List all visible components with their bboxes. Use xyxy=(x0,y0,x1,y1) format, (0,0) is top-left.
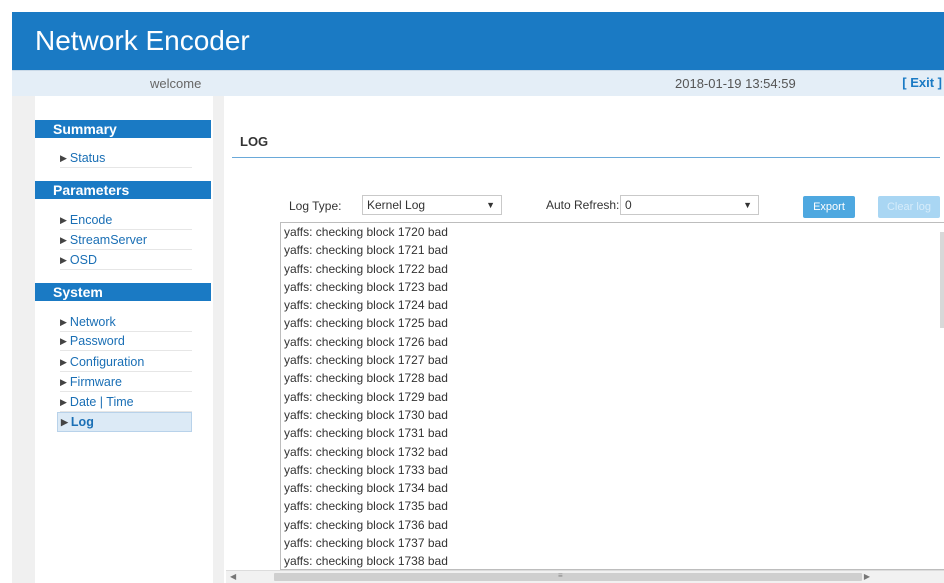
log-line: yaffs: checking block 1720 bad xyxy=(284,225,448,239)
log-type-select[interactable]: Kernel Log ▼ xyxy=(362,195,502,215)
sidebar-item-firmware[interactable]: ▶ Firmware xyxy=(60,373,192,392)
triangle-right-icon: ▶ xyxy=(60,377,67,387)
log-type-value: Kernel Log xyxy=(367,198,426,212)
log-line: yaffs: checking block 1730 bad xyxy=(284,407,448,422)
clear-log-button[interactable]: Clear log xyxy=(878,196,940,218)
caret-down-icon: ▼ xyxy=(486,200,495,210)
log-line: yaffs: checking block 1738 bad xyxy=(284,554,448,569)
sidebar-item-password[interactable]: ▶ Password xyxy=(60,332,192,351)
triangle-right-icon: ▶ xyxy=(61,417,68,427)
vertical-scrollbar[interactable] xyxy=(940,232,944,328)
sidebar-item-configuration[interactable]: ▶ Configuration xyxy=(60,353,192,372)
sidebar-item-label: Password xyxy=(69,334,125,348)
log-line: yaffs: checking block 1734 bad xyxy=(284,481,448,496)
window-edge xyxy=(0,0,12,583)
caret-down-icon: ▼ xyxy=(743,200,752,210)
triangle-right-icon: ▶ xyxy=(60,397,67,407)
scroll-left-icon[interactable]: ◀ xyxy=(230,572,236,581)
triangle-right-icon: ▶ xyxy=(60,317,67,327)
app-header: Network Encoder xyxy=(12,12,944,70)
section-parameters[interactable]: Parameters xyxy=(35,181,211,199)
triangle-right-icon: ▶ xyxy=(60,215,67,225)
log-line: yaffs: checking block 1724 bad xyxy=(284,298,448,313)
sidebar-item-network[interactable]: ▶ Network xyxy=(60,313,192,332)
system-datetime: 2018-01-19 13:54:59 xyxy=(675,76,796,91)
log-line: yaffs: checking block 1725 bad xyxy=(284,316,448,331)
triangle-right-icon: ▶ xyxy=(60,153,67,163)
log-line: yaffs: checking block 1729 bad xyxy=(284,389,448,404)
sidebar-item-label: Date | Time xyxy=(69,395,134,409)
triangle-right-icon: ▶ xyxy=(60,235,67,245)
sidebar-item-label: StreamServer xyxy=(69,233,148,247)
sidebar-item-label: Network xyxy=(69,315,116,329)
sidebar-item-status[interactable]: ▶ Status xyxy=(60,149,192,168)
auto-refresh-value: 0 xyxy=(625,198,632,212)
sidebar-item-log[interactable]: ▶ Log xyxy=(57,412,192,432)
log-line: yaffs: checking block 1721 bad xyxy=(284,243,448,258)
log-line: yaffs: checking block 1722 bad xyxy=(284,261,448,276)
sidebar-item-label: OSD xyxy=(69,253,98,267)
auto-refresh-select[interactable]: 0 ▼ xyxy=(620,195,759,215)
info-bar: welcome 2018-01-19 13:54:59 [ Exit ] xyxy=(12,70,944,96)
scroll-right-icon[interactable]: ▶ xyxy=(864,572,870,581)
triangle-right-icon: ▶ xyxy=(60,357,67,367)
log-line: yaffs: checking block 1723 bad xyxy=(284,279,448,294)
sidebar-item-osd[interactable]: ▶ OSD xyxy=(60,251,192,270)
exit-link[interactable]: [ Exit ] xyxy=(902,75,942,90)
triangle-right-icon: ▶ xyxy=(60,255,67,265)
sidebar-item-label: Encode xyxy=(69,213,113,227)
horizontal-scrollbar[interactable]: ◀ ≡ ▶ xyxy=(226,570,944,583)
triangle-right-icon: ▶ xyxy=(60,336,67,346)
log-line: yaffs: checking block 1731 bad xyxy=(284,426,448,441)
export-button[interactable]: Export xyxy=(803,196,855,218)
sidebar-item-date-time[interactable]: ▶ Date | Time xyxy=(60,393,192,412)
log-line: yaffs: checking block 1728 bad xyxy=(284,371,448,386)
grip-icon: ≡ xyxy=(558,571,563,580)
log-line: yaffs: checking block 1736 bad xyxy=(284,517,448,532)
sidebar-item-streamserver[interactable]: ▶ StreamServer xyxy=(60,231,192,250)
log-output[interactable]: yaffs: checking block 1720 bad yaffs: che… xyxy=(280,222,944,570)
sidebar-item-label: Configuration xyxy=(69,355,145,369)
sidebar-item-label: Firmware xyxy=(69,375,123,389)
page-title: LOG xyxy=(240,134,269,149)
log-line: yaffs: checking block 1737 bad xyxy=(284,536,448,551)
log-line: yaffs: checking block 1735 bad xyxy=(284,499,448,514)
log-line: yaffs: checking block 1733 bad xyxy=(284,462,448,477)
auto-refresh-label: Auto Refresh: xyxy=(546,198,620,212)
title-divider xyxy=(232,157,940,158)
log-line: yaffs: checking block 1732 bad xyxy=(284,444,448,459)
scrollbar-thumb[interactable]: ≡ xyxy=(274,571,862,581)
log-line: yaffs: checking block 1727 bad xyxy=(284,353,448,368)
sidebar-item-label: Status xyxy=(69,151,106,165)
sidebar-item-encode[interactable]: ▶ Encode xyxy=(60,211,192,230)
app-title: Network Encoder xyxy=(35,25,250,56)
log-line: yaffs: checking block 1726 bad xyxy=(284,334,448,349)
sidebar-item-label: Log xyxy=(70,415,94,429)
log-type-label: Log Type: xyxy=(289,199,342,213)
section-summary[interactable]: Summary xyxy=(35,120,211,138)
section-system[interactable]: System xyxy=(35,283,211,301)
welcome-text: welcome xyxy=(150,76,202,91)
